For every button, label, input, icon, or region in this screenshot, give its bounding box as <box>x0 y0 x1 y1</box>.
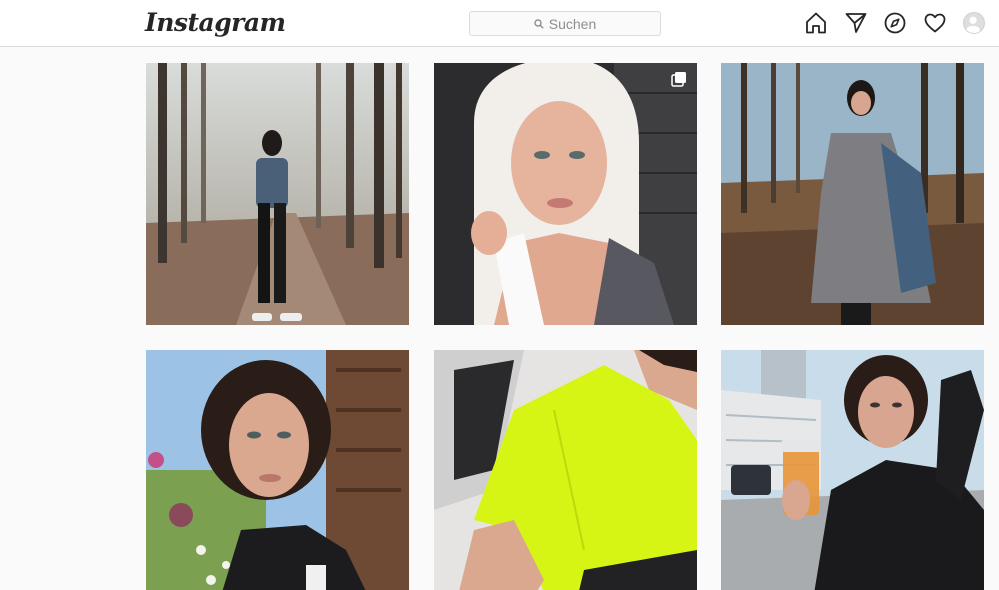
profile-avatar[interactable] <box>963 12 985 34</box>
post-thumbnail-neon-top[interactable] <box>434 350 697 590</box>
explore-compass-icon[interactable] <box>883 11 907 35</box>
direct-message-icon[interactable] <box>844 11 868 35</box>
posts-grid <box>146 63 984 590</box>
instagram-logo[interactable]: Instagram <box>145 6 286 40</box>
search-icon <box>534 18 544 29</box>
multiple-images-icon <box>671 72 686 87</box>
post-thumbnail-towel-selfie[interactable] <box>434 63 697 325</box>
activity-heart-icon[interactable] <box>923 11 947 35</box>
search-placeholder: Suchen <box>548 15 597 32</box>
search-input[interactable]: Suchen <box>469 11 661 36</box>
home-icon[interactable] <box>804 11 828 35</box>
post-thumbnail-forest-path[interactable] <box>146 63 409 325</box>
post-thumbnail-autumn-forest[interactable] <box>721 63 984 325</box>
top-navigation-bar: Instagram Suchen <box>0 0 999 47</box>
post-thumbnail-wildflowers[interactable] <box>146 350 409 590</box>
post-thumbnail-city-drink[interactable] <box>721 350 984 590</box>
